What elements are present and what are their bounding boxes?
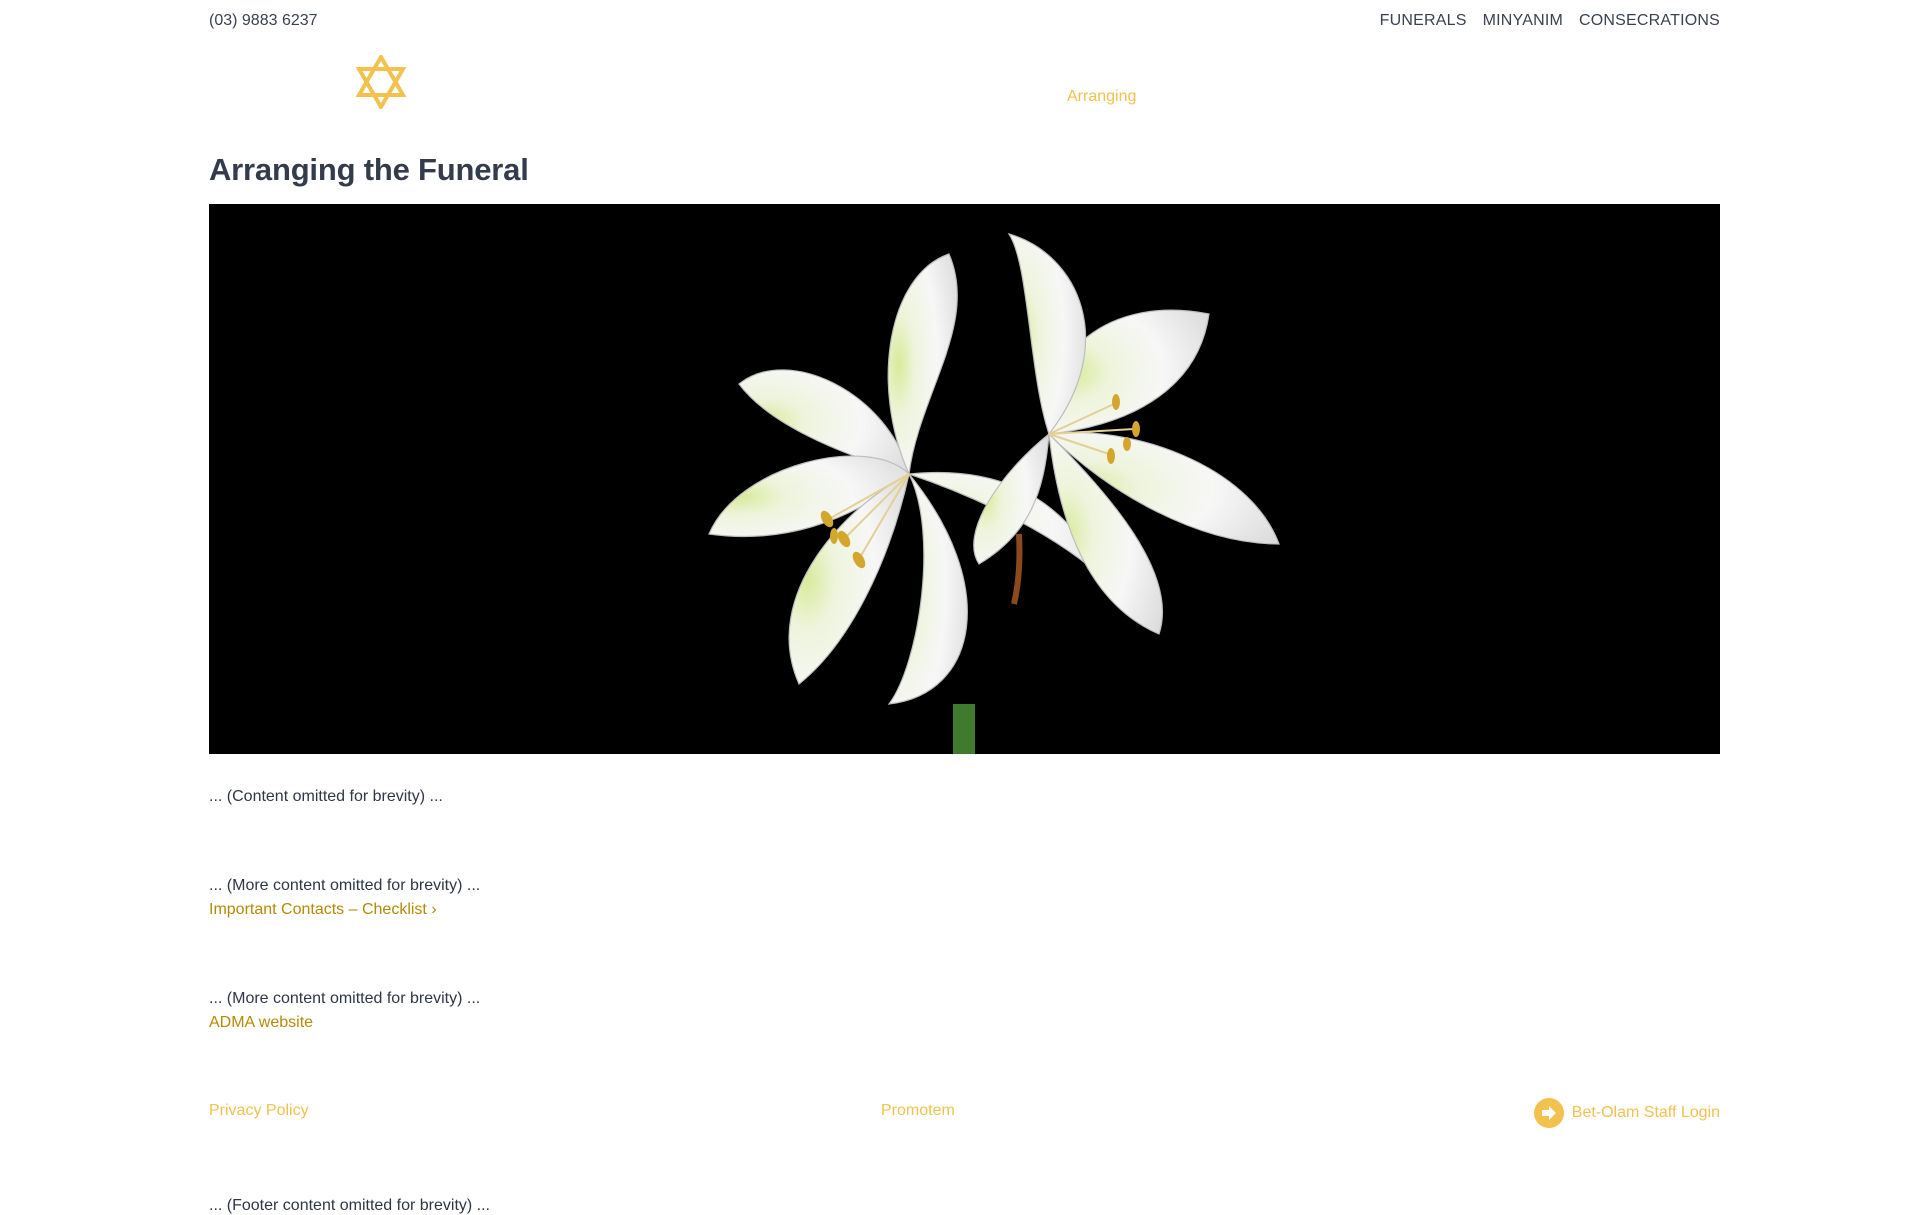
staff-login-label: Bet-Olam Staff Login bbox=[1571, 1104, 1720, 1121]
page-title: Arranging the Funeral bbox=[209, 152, 529, 187]
adma-website-link[interactable]: ADMA website bbox=[209, 1014, 313, 1032]
content-paragraph-2: ... (More content omitted for brevity) .… bbox=[209, 877, 481, 894]
promotem-link[interactable]: Promotem bbox=[881, 1102, 955, 1120]
phone-number: (03) 9883 6237 bbox=[209, 12, 318, 29]
content-paragraph-3: ... (More content omitted for brevity) .… bbox=[209, 990, 481, 1007]
staff-login-button[interactable]: Bet-Olam Staff Login bbox=[1533, 1098, 1720, 1128]
nav-minyanim-link[interactable]: MINYANIM bbox=[1483, 12, 1563, 30]
content-paragraph-1: ... (Content omitted for brevity) ... bbox=[209, 788, 443, 805]
important-contacts-checklist-link[interactable]: Important Contacts – Checklist › bbox=[209, 901, 437, 919]
nav-arranging-link[interactable]: Arranging bbox=[1067, 88, 1136, 106]
footer-content: ... (Footer content omitted for brevity)… bbox=[209, 1197, 490, 1214]
page: (03) 9883 6237 FUNERALS MINYANIM CONSECR… bbox=[209, 0, 1720, 1214]
top-nav: FUNERALS MINYANIM CONSECRATIONS bbox=[1380, 12, 1720, 30]
star-of-david-icon[interactable] bbox=[355, 53, 407, 111]
privacy-policy-link[interactable]: Privacy Policy bbox=[209, 1102, 309, 1120]
nav-consecrations-link[interactable]: CONSECRATIONS bbox=[1579, 12, 1720, 30]
top-bar: (03) 9883 6237 FUNERALS MINYANIM CONSECR… bbox=[209, 10, 1720, 32]
sign-in-arrow-icon bbox=[1533, 1098, 1564, 1128]
hero-lily-image bbox=[209, 204, 1720, 754]
nav-funerals-link[interactable]: FUNERALS bbox=[1380, 12, 1467, 30]
